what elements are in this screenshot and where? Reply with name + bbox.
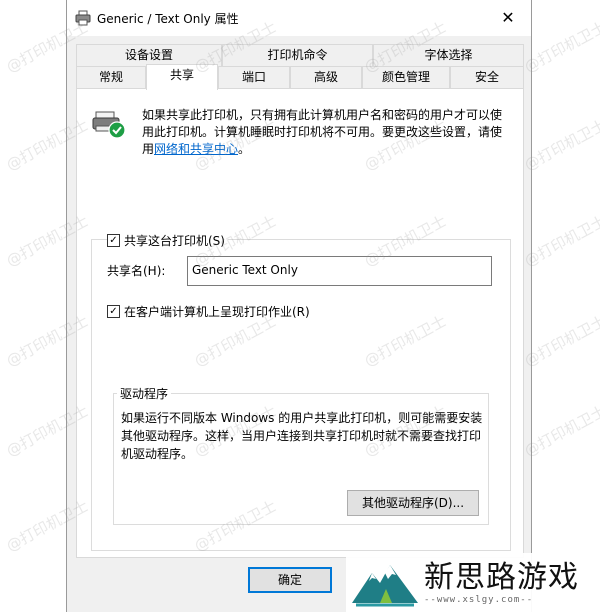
tab-label: 常规 [98, 70, 123, 84]
title-bar: Generic / Text Only 属性 ✕ [67, 0, 531, 36]
share-name-input[interactable]: Generic Text Only [187, 256, 492, 286]
close-icon: ✕ [501, 7, 515, 27]
network-sharing-center-link[interactable]: 网络和共享中心 [154, 142, 238, 156]
share-name-label: 共享名(H): [107, 264, 166, 278]
render-jobs-checkbox[interactable]: ✓ [107, 305, 120, 318]
tab-printer-commands[interactable]: 打印机命令 [222, 44, 373, 66]
driver-description: 如果运行不同版本 Windows 的用户共享此打印机，则可能需要安装其他驱动程序… [121, 411, 483, 461]
tab-security[interactable]: 安全 [450, 66, 524, 88]
logo-url: --www.xslgy.com-- [424, 594, 534, 605]
sharing-panel: 如果共享此打印机，只有拥有此计算机用户名和密码的用户才可以使用此打印机。计算机睡… [76, 88, 524, 558]
tab-label: 字体选择 [424, 48, 473, 62]
tab-label: 颜色管理 [381, 70, 430, 84]
share-printer-checkbox-row[interactable]: ✓ 共享这台打印机(S) [107, 232, 228, 249]
driver-group-legend: 驱动程序 [117, 385, 172, 402]
tab-label: 设备设置 [124, 48, 173, 62]
watermark-text: @打印机卫士 [521, 211, 600, 271]
close-button[interactable]: ✕ [485, 0, 531, 34]
logo-text-group: 新思路游戏 --www.xslgy.com-- [424, 559, 579, 605]
tab-ports[interactable]: 端口 [218, 66, 290, 88]
tab-label: 共享 [169, 68, 194, 82]
tab-label: 安全 [474, 70, 499, 84]
printer-properties-dialog: Generic / Text Only 属性 ✕ 设备设置 打印机命令 字体选择… [66, 0, 532, 612]
site-watermark-logo: 新思路游戏 --www.xslgy.com-- [346, 553, 600, 612]
shared-printer-icon [92, 111, 126, 139]
ok-button[interactable]: 确定 [248, 567, 332, 593]
sharing-info-text: 如果共享此打印机，只有拥有此计算机用户名和密码的用户才可以使用此打印机。计算机睡… [142, 108, 503, 156]
printer-icon [75, 10, 91, 26]
mountain-logo-icon [352, 565, 418, 607]
render-jobs-label: 在客户端计算机上呈现打印作业(R) [124, 305, 310, 319]
watermark-text: @打印机卫士 [521, 311, 600, 371]
share-printer-checkbox[interactable]: ✓ [107, 234, 120, 247]
window-title: Generic / Text Only 属性 [97, 12, 239, 26]
watermark-text: @打印机卫士 [521, 115, 600, 175]
watermark-text: @打印机卫士 [521, 17, 600, 77]
tab-device-settings[interactable]: 设备设置 [76, 44, 222, 66]
tab-font-selection[interactable]: 字体选择 [373, 44, 524, 66]
additional-drivers-button[interactable]: 其他驱动程序(D)... [347, 490, 479, 516]
tab-label: 端口 [241, 70, 266, 84]
tab-sharing[interactable]: 共享 [146, 64, 218, 90]
tab-label: 高级 [313, 70, 338, 84]
tab-advanced[interactable]: 高级 [290, 66, 362, 88]
share-printer-label: 共享这台打印机(S) [124, 234, 225, 248]
tab-label: 打印机命令 [267, 48, 328, 62]
render-jobs-checkbox-row[interactable]: ✓ 在客户端计算机上呈现打印作业(R) [107, 303, 313, 320]
logo-title: 新思路游戏 [424, 559, 579, 595]
watermark-text: @打印机卫士 [521, 401, 600, 461]
tab-general[interactable]: 常规 [76, 66, 146, 88]
tab-color-management[interactable]: 颜色管理 [362, 66, 450, 88]
